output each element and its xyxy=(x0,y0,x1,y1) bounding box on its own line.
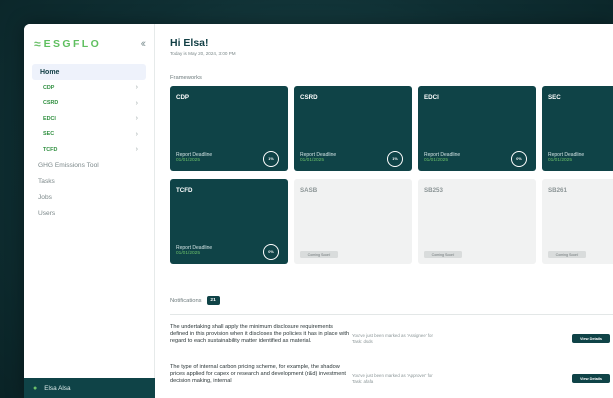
report-deadline-date: 01/01/2025 xyxy=(176,251,201,256)
logo-row: ≈ ESGFLO ‹‹ xyxy=(24,24,154,64)
sidebar-item-label: Jobs xyxy=(38,194,52,201)
progress-ring: 0% xyxy=(511,151,527,167)
view-details-button[interactable]: View Details xyxy=(572,374,610,383)
chevron-right-icon: › xyxy=(135,99,138,107)
chevron-right-icon: › xyxy=(135,84,138,92)
double-chevron-left-icon[interactable]: ‹‹ xyxy=(141,38,147,50)
page-title: Hi Elsa! xyxy=(170,37,209,49)
sidebar-subitem-label: SEC xyxy=(43,131,55,138)
main-content: Hi Elsa! Today is May 20, 2024, 3:00 PM … xyxy=(155,24,613,398)
notification-text: The undertaking shall apply the minimum … xyxy=(170,324,350,345)
framework-card-title: SEC xyxy=(548,94,561,101)
frameworks-section-label: Frameworks xyxy=(170,75,202,81)
sidebar-subitem-csrd[interactable]: CSRD › xyxy=(32,96,146,112)
sidebar-subitem-cdp[interactable]: CDP › xyxy=(32,80,146,96)
notification-meta: You've just been marked as 'Assignee' fo… xyxy=(352,333,452,345)
notification-meta: You've just been marked as 'Approver' fo… xyxy=(352,373,452,385)
framework-card-tcfd[interactable]: TCFD Report Deadline 01/01/2025 0% xyxy=(170,179,288,264)
framework-card-sec[interactable]: SEC Report Deadline 01/01/2025 xyxy=(542,86,613,171)
sidebar-item-home[interactable]: Home xyxy=(32,64,146,80)
app-window: ≈ ESGFLO ‹‹ Home CDP › CSRD › EDCI › SEC xyxy=(24,24,613,398)
sidebar-item-ghg-emissions-tool[interactable]: GHG Emissions Tool xyxy=(32,158,146,174)
user-icon: ● xyxy=(33,384,38,392)
sidebar-subitem-label: EDCI xyxy=(43,115,56,122)
notifications-count-badge: 21 xyxy=(206,296,220,305)
sidebar-subitem-sec[interactable]: SEC › xyxy=(32,127,146,143)
report-deadline-date: 01/01/2025 xyxy=(300,158,325,163)
framework-card-sb253: SB253 Coming Soon! xyxy=(418,179,536,264)
framework-card-csrd[interactable]: CSRD Report Deadline 01/01/2025 1% xyxy=(294,86,412,171)
brand-logo-text: ESGFLO xyxy=(43,38,102,50)
brand-logo[interactable]: ≈ ESGFLO xyxy=(34,37,101,51)
framework-card-cdp[interactable]: CDP Report Deadline 01/01/2025 1% xyxy=(170,86,288,171)
coming-soon-badge: Coming Soon! xyxy=(300,251,338,258)
sidebar-item-label: Tasks xyxy=(38,178,55,185)
sidebar-item-users[interactable]: Users xyxy=(32,206,146,222)
framework-card-title: CSRD xyxy=(300,94,318,101)
framework-card-title: SB261 xyxy=(548,187,567,194)
framework-card-sb261: SB261 Coming Soon! xyxy=(542,179,613,264)
user-profile-bar[interactable]: ● Elsa Alsa xyxy=(24,378,155,398)
sidebar-subitem-label: CSRD xyxy=(43,100,59,107)
leaf-logo-icon: ≈ xyxy=(34,37,41,51)
chevron-right-icon: › xyxy=(135,146,138,154)
framework-card-edci[interactable]: EDCI Report Deadline 01/01/2025 0% xyxy=(418,86,536,171)
framework-card-title: SASB xyxy=(300,187,318,194)
view-details-button[interactable]: View Details xyxy=(572,334,610,343)
progress-ring: 1% xyxy=(387,151,403,167)
framework-card-title: EDCI xyxy=(424,94,439,101)
report-deadline-date: 01/01/2025 xyxy=(176,158,201,163)
progress-ring: 1% xyxy=(263,151,279,167)
notifications-header: Notifications 21 xyxy=(170,296,220,305)
framework-card-title: SB253 xyxy=(424,187,443,194)
sidebar-subitem-label: CDP xyxy=(43,84,55,91)
sidebar: ≈ ESGFLO ‹‹ Home CDP › CSRD › EDCI › SEC xyxy=(24,24,155,398)
coming-soon-badge: Coming Soon! xyxy=(548,251,586,258)
chevron-right-icon: › xyxy=(135,130,138,138)
frameworks-grid: CDP Report Deadline 01/01/2025 1% CSRD R… xyxy=(170,86,613,272)
sidebar-item-label: Home xyxy=(40,68,60,76)
progress-ring: 0% xyxy=(263,244,279,260)
sidebar-item-tasks[interactable]: Tasks xyxy=(32,174,146,190)
report-deadline-date: 01/01/2025 xyxy=(424,158,449,163)
divider xyxy=(170,314,613,315)
notification-text: The type of internal carbon pricing sche… xyxy=(170,364,346,385)
current-date: Today is May 20, 2024, 3:00 PM xyxy=(170,51,236,56)
sidebar-subitem-label: TCFD xyxy=(43,146,58,153)
notification-task: Task: afafa xyxy=(352,379,374,384)
notification-task: Task: dsds xyxy=(352,339,373,344)
sidebar-item-label: Users xyxy=(38,210,56,217)
framework-card-title: CDP xyxy=(176,94,190,101)
sidebar-item-label: GHG Emissions Tool xyxy=(38,162,99,169)
sidebar-nav: Home CDP › CSRD › EDCI › SEC › TCFD › GH… xyxy=(24,64,154,222)
framework-card-sasb: SASB Coming Soon! xyxy=(294,179,412,264)
report-deadline-date: 01/01/2025 xyxy=(548,158,573,163)
user-name: Elsa Alsa xyxy=(44,384,71,392)
framework-card-title: TCFD xyxy=(176,187,193,194)
notifications-label: Notifications xyxy=(170,297,202,304)
sidebar-item-jobs[interactable]: Jobs xyxy=(32,190,146,206)
sidebar-subitem-tcfd[interactable]: TCFD › xyxy=(32,142,146,158)
chevron-right-icon: › xyxy=(135,115,138,123)
sidebar-subitem-edci[interactable]: EDCI › xyxy=(32,111,146,127)
coming-soon-badge: Coming Soon! xyxy=(424,251,462,258)
